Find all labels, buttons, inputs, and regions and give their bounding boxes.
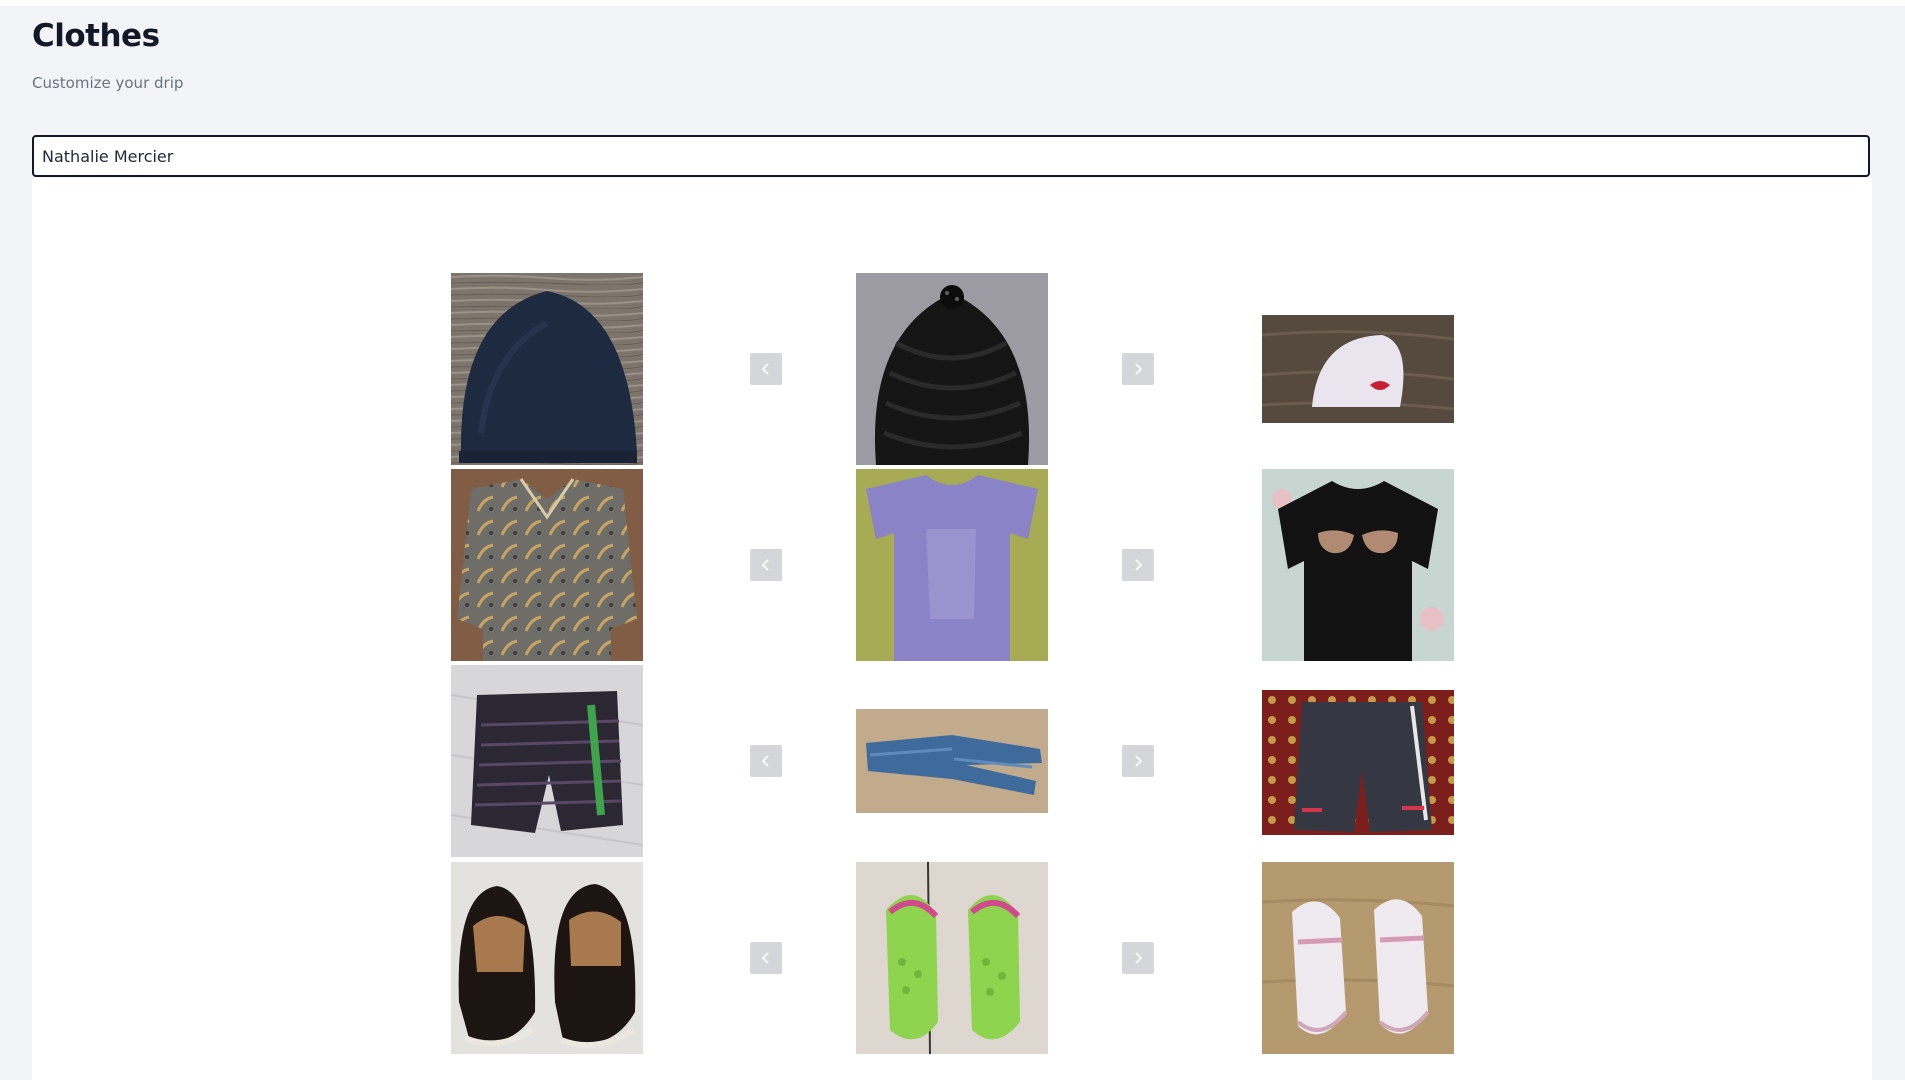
- outfit-panel: [32, 178, 1872, 1080]
- top-prev-button[interactable]: [750, 549, 782, 581]
- chevron-right-icon: [1135, 952, 1143, 964]
- chevron-right-icon: [1135, 559, 1143, 571]
- top-right-image: [1262, 469, 1454, 661]
- chevron-right-icon: [1135, 363, 1143, 375]
- bottom-next-button[interactable]: [1122, 745, 1154, 777]
- top-center-image: [856, 469, 1048, 661]
- page-title: Clothes: [32, 18, 160, 54]
- chevron-left-icon: [761, 755, 769, 767]
- shoes-right-image: [1262, 862, 1454, 1054]
- top-left-image: [451, 469, 643, 661]
- bottom-center-image: [856, 709, 1048, 813]
- shoes-next-button[interactable]: [1122, 942, 1154, 974]
- bottom-right-image: [1262, 690, 1454, 835]
- chevron-left-icon: [761, 559, 769, 571]
- chevron-left-icon: [761, 952, 769, 964]
- shoes-prev-button[interactable]: [750, 942, 782, 974]
- hat-left-image: [451, 273, 643, 465]
- shoes-center-image: [856, 862, 1048, 1054]
- chevron-left-icon: [761, 363, 769, 375]
- top-bar: [0, 0, 1905, 6]
- hat-next-button[interactable]: [1122, 353, 1154, 385]
- page-subtitle: Customize your drip: [32, 74, 184, 92]
- bottom-left-image: [451, 665, 643, 857]
- top-next-button[interactable]: [1122, 549, 1154, 581]
- hat-prev-button[interactable]: [750, 353, 782, 385]
- name-input[interactable]: [32, 135, 1870, 177]
- hat-right-image: [1262, 315, 1454, 423]
- chevron-right-icon: [1135, 755, 1143, 767]
- shoes-left-image: [451, 862, 643, 1054]
- page: Clothes Customize your drip: [0, 0, 1905, 1080]
- hat-center-image: [856, 273, 1048, 465]
- bottom-prev-button[interactable]: [750, 745, 782, 777]
